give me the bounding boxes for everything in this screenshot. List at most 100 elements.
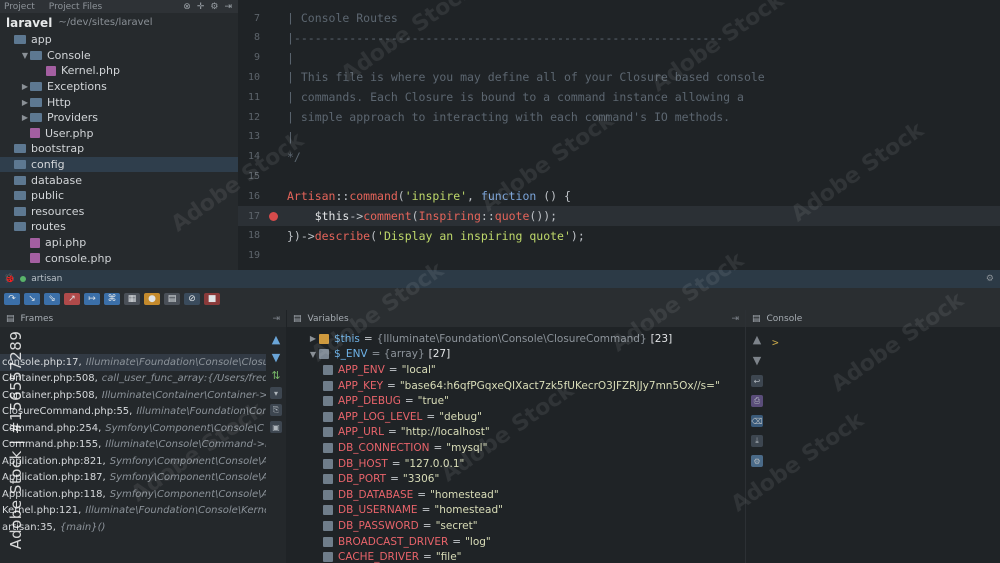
settings-icon[interactable]: ⚙ xyxy=(210,2,218,12)
tab-project-files[interactable]: Project Files xyxy=(49,2,102,12)
tree-item[interactable]: bootstrap xyxy=(0,141,238,157)
line-number[interactable]: 16 xyxy=(238,191,260,202)
tree-item[interactable]: public xyxy=(0,188,238,204)
env-var-row[interactable]: DB_HOST = "127.0.0.1" xyxy=(323,456,745,472)
var-env-row[interactable]: ▼ $_ENV = {array} [27] xyxy=(307,347,745,363)
line-number[interactable]: 8 xyxy=(238,32,260,43)
env-var-row[interactable]: DB_USERNAME = "homestead" xyxy=(323,503,745,519)
tab-project[interactable]: Project xyxy=(4,2,35,12)
code-editor[interactable]: 7 | Console Routes 8 |---------------------… xyxy=(238,0,1000,270)
env-var-row[interactable]: DB_PASSWORD = "secret" xyxy=(323,518,745,534)
tree-item[interactable]: database xyxy=(0,172,238,188)
line-number[interactable]: 13 xyxy=(238,131,260,142)
step-out-icon[interactable]: ↗ xyxy=(64,293,80,305)
scroll-end-icon[interactable]: ⤓ xyxy=(751,435,763,447)
code-line[interactable]: 13 | xyxy=(238,127,1000,147)
line-number[interactable]: 9 xyxy=(238,52,260,63)
code-line[interactable]: 11 | commands. Each Closure is bound to a… xyxy=(238,87,1000,107)
line-number[interactable]: 19 xyxy=(238,250,260,261)
stop-icon[interactable]: ■ xyxy=(204,293,220,305)
chevron-down-icon[interactable]: ▼ xyxy=(20,51,30,60)
chevron-right-icon[interactable]: ▶ xyxy=(20,98,30,107)
tree-item[interactable]: User.php xyxy=(0,126,238,142)
env-var-row[interactable]: CACHE_DRIVER = "file" xyxy=(323,549,745,563)
frame-row[interactable]: Application.php:187, Symfony\Component\Co… xyxy=(0,470,266,487)
filter-icon[interactable]: ▾ xyxy=(270,387,282,399)
frame-row[interactable]: Command.php:155, Illuminate\Console\Comma… xyxy=(0,437,266,454)
frame-row[interactable]: artisan:35, {main}() xyxy=(0,519,266,536)
wrap-icon[interactable]: ↩ xyxy=(751,375,763,387)
tree-item[interactable]: api.php xyxy=(0,235,238,251)
frames-view-icon[interactable]: ▦ xyxy=(124,293,140,305)
line-number[interactable]: 14 xyxy=(238,151,260,162)
line-number[interactable]: 7 xyxy=(238,13,260,24)
export-icon[interactable]: ⇅ xyxy=(271,369,280,382)
env-var-row[interactable]: APP_LOG_LEVEL = "debug" xyxy=(323,409,745,425)
down-arrow-icon[interactable]: ▼ xyxy=(272,351,280,364)
code-line[interactable]: 10 | This file is where you may define al… xyxy=(238,67,1000,87)
tree-item[interactable]: Kernel.php xyxy=(0,63,238,79)
frame-row[interactable]: Application.php:118, Symfony\Component\Co… xyxy=(0,486,266,503)
tree-item[interactable]: ▶ Providers xyxy=(0,110,238,126)
evaluate-icon[interactable]: ⌘ xyxy=(104,293,120,305)
code-line[interactable]: 7 | Console Routes xyxy=(238,8,1000,28)
console-down-icon[interactable]: ▼ xyxy=(753,354,761,367)
clear-icon[interactable]: ⌫ xyxy=(751,415,763,427)
chevron-right-icon[interactable]: ▶ xyxy=(20,113,30,122)
mute-breakpoints-icon[interactable]: ⊘ xyxy=(184,293,200,305)
code-line[interactable]: 12 | simple approach to interacting with … xyxy=(238,107,1000,127)
tree-item[interactable]: ▶ Http xyxy=(0,94,238,110)
force-step-into-icon[interactable]: ⇘ xyxy=(44,293,60,305)
frame-row[interactable]: ClosureCommand.php:55, Illuminate\Foundat… xyxy=(0,404,266,421)
tree-item[interactable]: resources xyxy=(0,204,238,220)
tree-item[interactable]: app xyxy=(0,32,238,48)
collapse-icon[interactable]: ⊗ xyxy=(183,2,191,12)
console-up-icon[interactable]: ▲ xyxy=(753,333,761,346)
settings-console-icon[interactable]: ⚙ xyxy=(751,455,763,467)
target-icon[interactable]: ✛ xyxy=(197,2,205,12)
env-var-row[interactable]: DB_PORT = "3306" xyxy=(323,471,745,487)
tree-item[interactable]: ▶ Exceptions xyxy=(0,79,238,95)
step-into-icon[interactable]: ↘ xyxy=(24,293,40,305)
frame-row[interactable]: Container.php:508, call_user_func_array:{… xyxy=(0,371,266,388)
breakpoint-icon[interactable] xyxy=(268,211,278,221)
line-number[interactable]: 10 xyxy=(238,72,260,83)
code-line[interactable]: 9 | xyxy=(238,48,1000,68)
copy-stack-icon[interactable]: ⎘ xyxy=(270,404,282,416)
code-line[interactable]: 15 xyxy=(238,166,1000,186)
layout-icon[interactable]: ▤ xyxy=(164,293,180,305)
env-var-row[interactable]: APP_URL = "http://localhost" xyxy=(323,425,745,441)
frame-row[interactable]: Command.php:254, Symfony\Component\Consol… xyxy=(0,420,266,437)
line-number[interactable]: 12 xyxy=(238,112,260,123)
project-root[interactable]: laravel ~/dev/sites/laravel xyxy=(0,13,238,32)
env-var-row[interactable]: DB_DATABASE = "homestead" xyxy=(323,487,745,503)
env-var-row[interactable]: APP_ENV = "local" xyxy=(323,362,745,378)
env-var-row[interactable]: BROADCAST_DRIVER = "log" xyxy=(323,534,745,550)
code-line[interactable]: 14 */ xyxy=(238,147,1000,167)
debug-settings-icon[interactable]: ⚙ xyxy=(986,274,1000,284)
line-number[interactable]: 17 xyxy=(238,211,260,222)
debug-session-name[interactable]: artisan xyxy=(31,274,62,284)
frames-pin-icon[interactable]: ⇥ xyxy=(272,314,286,324)
frame-row[interactable]: Kernel.php:121, Illuminate\Foundation\Con… xyxy=(0,503,266,520)
variables-pin-icon[interactable]: ⇥ xyxy=(731,314,745,324)
frame-row[interactable]: Container.php:508, Illuminate\Container\C… xyxy=(0,387,266,404)
print-icon[interactable]: ⎙ xyxy=(751,395,763,407)
var-this-row[interactable]: ▶ $this = {Illuminate\Foundation\Console… xyxy=(307,331,745,347)
env-var-row[interactable]: APP_DEBUG = "true" xyxy=(323,393,745,409)
code-line[interactable]: 16 Artisan::command('inspire', function (… xyxy=(238,186,1000,206)
code-line[interactable]: 19 xyxy=(238,246,1000,266)
chevron-right-icon[interactable]: ▶ xyxy=(20,82,30,91)
expand-arrow-icon[interactable]: ▶ xyxy=(307,334,319,343)
tree-item[interactable]: routes xyxy=(0,219,238,235)
watch-icon[interactable]: ● xyxy=(144,293,160,305)
line-number[interactable]: 11 xyxy=(238,92,260,103)
line-number[interactable]: 15 xyxy=(238,171,260,182)
run-to-cursor-icon[interactable]: ↦ xyxy=(84,293,100,305)
up-arrow-icon[interactable]: ▲ xyxy=(272,333,280,346)
console-prompt[interactable]: > xyxy=(772,336,779,349)
env-var-row[interactable]: DB_CONNECTION = "mysql" xyxy=(323,440,745,456)
collapse-arrow-icon[interactable]: ▼ xyxy=(307,350,319,359)
code-line[interactable]: 17 $this->comment(Inspiring::quote()); xyxy=(238,206,1000,226)
code-line[interactable]: 18})->describe('Display an inspiring quo… xyxy=(238,226,1000,246)
